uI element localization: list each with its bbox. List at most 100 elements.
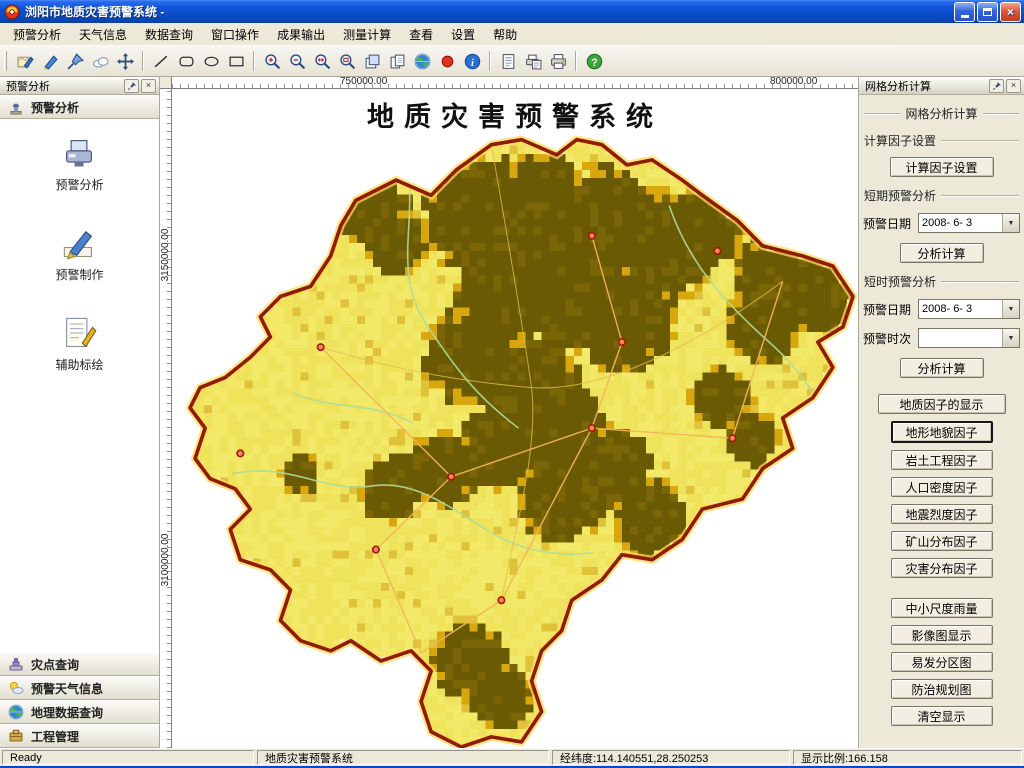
menu-measure[interactable]: 测量计算: [334, 23, 400, 46]
factor-button-list: 地形地貌因子岩土工程因子人口密度因子地震烈度因子矿山分布因子灾害分布因子: [859, 421, 1024, 578]
short-time-date-select[interactable]: 2008- 6- 3 ▼: [918, 299, 1020, 319]
menu-warning-analysis[interactable]: 预警分析: [4, 23, 70, 46]
ellipse-tool-button[interactable]: [199, 49, 223, 73]
zoom-in-button[interactable]: [260, 49, 284, 73]
record-button[interactable]: [435, 49, 459, 73]
edit-map-icon: [17, 53, 34, 70]
pen-button[interactable]: [38, 49, 62, 73]
aux-plot-icon: [61, 315, 97, 351]
clear-display-button[interactable]: 清空显示: [891, 706, 993, 726]
short-time-date-label: 预警日期: [863, 301, 915, 318]
line-tool-button[interactable]: [149, 49, 173, 73]
menu-output[interactable]: 成果输出: [268, 23, 334, 46]
map-graphic: [172, 89, 858, 748]
chevron-down-icon[interactable]: ▼: [1002, 329, 1019, 347]
menu-view[interactable]: 查看: [400, 23, 442, 46]
short-term-title: 短期预警分析: [864, 187, 936, 204]
seismic-intensity-factor-button[interactable]: 地震烈度因子: [891, 504, 993, 524]
toolbar-grip[interactable]: [4, 51, 7, 71]
left-panel-tools: 预警分析预警制作辅助标绘: [0, 119, 159, 652]
geotech-factor-button[interactable]: 岩土工程因子: [891, 450, 993, 470]
minimize-button[interactable]: [954, 2, 975, 22]
globe-button[interactable]: [410, 49, 434, 73]
close-panel-icon[interactable]: ×: [1006, 79, 1021, 93]
zoom-in-icon: [264, 53, 281, 70]
line-tool-icon: [153, 53, 170, 70]
imagery-display-button[interactable]: 影像图显示: [891, 625, 993, 645]
zoom-out-button[interactable]: [285, 49, 309, 73]
zoom-dynamic-button[interactable]: [310, 49, 334, 73]
warning-make-icon: [61, 225, 97, 261]
edit-map-button[interactable]: [13, 49, 37, 73]
pushpin-button[interactable]: [63, 49, 87, 73]
warning-period-label: 预警时次: [863, 330, 915, 347]
accordion-label: 地理数据查询: [31, 704, 103, 721]
print-preview-button[interactable]: [521, 49, 545, 73]
print-preview-icon: [525, 53, 542, 70]
title-bar[interactable]: 浏阳市地质灾害预警系统 - ×: [0, 0, 1024, 23]
short-term-analyze-button[interactable]: 分析计算: [900, 243, 984, 263]
short-term-date-select[interactable]: 2008- 6- 3 ▼: [918, 213, 1020, 233]
rect-tool-button[interactable]: [224, 49, 248, 73]
info-button[interactable]: i: [460, 49, 484, 73]
grid-analysis-panel: 网格分析计算 × 网格分析计算 计算因子设置 计算因子设置 短期预警分析 预警日…: [858, 77, 1024, 748]
y-tick-label: 3100000.00: [160, 525, 172, 595]
pan-button[interactable]: [113, 49, 137, 73]
population-density-factor-button[interactable]: 人口密度因子: [891, 477, 993, 497]
copy-icon: [389, 53, 406, 70]
warning-make-tool[interactable]: 预警制作: [55, 225, 103, 283]
left-panel: 预警分析 × 预警分析 预警分析预警制作辅助标绘 灾点查询预警天气信息地理数据查…: [0, 77, 160, 748]
menu-data-query[interactable]: 数据查询: [136, 23, 202, 46]
meso-rainfall-button[interactable]: 中小尺度雨量: [891, 598, 993, 618]
grid-analysis-group-title: 网格分析计算: [906, 105, 978, 122]
aux-plot-tool[interactable]: 辅助标绘: [55, 315, 103, 373]
report-button[interactable]: [496, 49, 520, 73]
cloud-button[interactable]: [88, 49, 112, 73]
chevron-down-icon[interactable]: ▼: [1002, 214, 1019, 232]
zoom-dynamic-icon: [314, 53, 331, 70]
close-panel-icon[interactable]: ×: [141, 79, 156, 93]
calc-factor-settings-button[interactable]: 计算因子设置: [890, 157, 994, 177]
print-button[interactable]: [546, 49, 570, 73]
roundrect-tool-button[interactable]: [174, 49, 198, 73]
layers-icon: [364, 53, 381, 70]
short-time-analyze-button[interactable]: 分析计算: [900, 358, 984, 378]
menu-weather-info[interactable]: 天气信息: [70, 23, 136, 46]
restore-button[interactable]: [977, 2, 998, 22]
tool-label: 预警制作: [55, 266, 103, 283]
x-tick-label: 800000.00: [770, 77, 817, 87]
pin-icon[interactable]: [124, 79, 139, 93]
tool-label: 预警分析: [55, 176, 103, 193]
menu-settings[interactable]: 设置: [442, 23, 484, 46]
zoom-window-button[interactable]: [335, 49, 359, 73]
copy-button[interactable]: [385, 49, 409, 73]
mine-distribution-factor-button[interactable]: 矿山分布因子: [891, 531, 993, 551]
ellipse-tool-icon: [203, 53, 220, 70]
accordion-project-management[interactable]: 工程管理: [0, 724, 159, 748]
warning-analysis-tool[interactable]: 预警分析: [55, 135, 103, 193]
right-panel-header: 网格分析计算 ×: [859, 77, 1024, 95]
pin-icon[interactable]: [989, 79, 1004, 93]
record-icon: [439, 53, 456, 70]
prevention-plan-button[interactable]: 防治规划图: [891, 679, 993, 699]
susceptibility-map-button[interactable]: 易发分区图: [891, 652, 993, 672]
accordion-label: 工程管理: [31, 728, 79, 745]
accordion-disaster-point-query[interactable]: 灾点查询: [0, 652, 159, 676]
map-canvas[interactable]: 地质灾害预警系统: [172, 89, 858, 748]
help-button[interactable]: ?: [582, 49, 606, 73]
accordion-warning-weather-info[interactable]: 预警天气信息: [0, 676, 159, 700]
status-scale: 显示比例:166.158: [793, 750, 1022, 765]
close-button[interactable]: ×: [1000, 2, 1021, 22]
menu-window-ops[interactable]: 窗口操作: [202, 23, 268, 46]
disaster-distribution-factor-button[interactable]: 灾害分布因子: [891, 558, 993, 578]
ruler-vertical: 3150000.003100000.00: [160, 89, 172, 748]
geo-factors-display-button[interactable]: 地质因子的显示: [878, 394, 1006, 414]
terrain-factor-button[interactable]: 地形地貌因子: [891, 421, 993, 443]
chevron-down-icon[interactable]: ▼: [1002, 300, 1019, 318]
menu-help[interactable]: 帮助: [484, 23, 526, 46]
warning-period-select[interactable]: ▼: [918, 328, 1020, 348]
layers-button[interactable]: [360, 49, 384, 73]
accordion-geo-data-query[interactable]: 地理数据查询: [0, 700, 159, 724]
ruler-horizontal: 750000.00800000.00: [172, 77, 858, 89]
left-panel-section[interactable]: 预警分析: [0, 95, 159, 119]
